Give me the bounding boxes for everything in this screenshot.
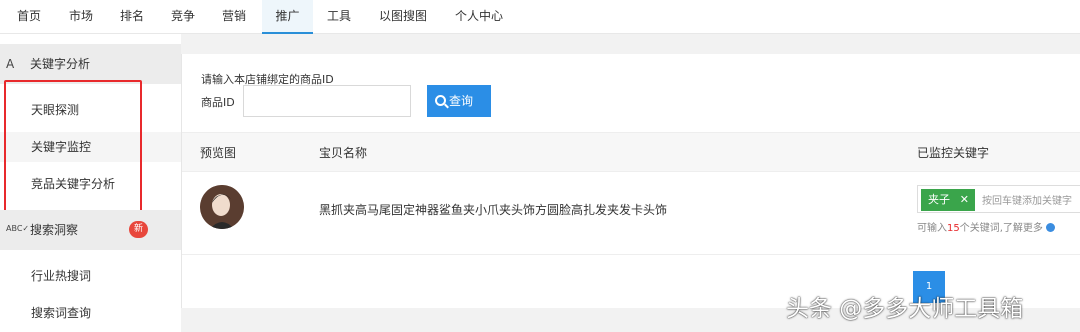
keyword-note: 可输入15个关键词,了解更多 (917, 219, 1055, 234)
sidebar-section-label: 关键字分析 (30, 57, 91, 71)
close-icon[interactable]: ✕ (960, 189, 969, 211)
nav-item-ranking[interactable]: 排名 (111, 0, 153, 34)
sidebar-item-keyword-monitor[interactable]: 关键字监控 (0, 132, 181, 162)
sidebar-item-label: 竞品关键字分析 (31, 177, 116, 191)
search-button[interactable]: 查询 (427, 85, 491, 117)
nav-item-image-search[interactable]: 以图搜图 (370, 0, 436, 34)
keyword-input-placeholder: 按回车键添加关键字 (982, 196, 1072, 207)
nav-item-competition[interactable]: 竞争 (162, 0, 204, 34)
table-row: 黑抓夹高马尾固定神器鲨鱼夹小爪夹头饰方圆脸高扎发夹发卡头饰 夹子 ✕ 按回车键添… (182, 173, 1080, 255)
nav-item-marketing[interactable]: 营销 (213, 0, 255, 34)
sidebar-section-keyword-analysis[interactable]: A 关键字分析 (0, 44, 181, 84)
sidebar-item-hot-search[interactable]: 行业热搜词 (0, 261, 181, 291)
product-thumbnail[interactable] (200, 185, 244, 229)
nav-item-tools[interactable]: 工具 (318, 0, 360, 34)
product-id-label: 商品ID (201, 96, 235, 109)
letter-a-icon: A (6, 57, 15, 71)
keyword-input-box[interactable]: 夹子 ✕ 按回车键添加关键字 (917, 185, 1080, 213)
column-header-keywords: 已监控关键字 (917, 146, 990, 160)
new-badge: 新 (129, 221, 148, 238)
sidebar-item-label: 关键字监控 (31, 140, 92, 154)
nav-item-personal-center[interactable]: 个人中心 (446, 0, 512, 34)
sidebar-item-label: 天眼探测 (31, 103, 80, 117)
sidebar-section-label: 搜索洞察 (30, 223, 79, 237)
keyword-tag-label: 夹子 (928, 193, 950, 206)
keyword-tag: 夹子 ✕ (921, 189, 975, 211)
table-header: 预览图 宝贝名称 已监控关键字 (182, 132, 1080, 172)
column-header-name: 宝贝名称 (319, 146, 368, 160)
keyword-count: 15 (947, 223, 960, 234)
keyword-note-prefix: 可输入 (917, 223, 947, 234)
top-nav: 首页 市场 排名 竞争 营销 推广 工具 以图搜图 个人中心 (0, 0, 1080, 34)
sidebar: A 关键字分析 天眼探测 关键字监控 竞品关键字分析 ABC✓ 搜索洞察 新 行… (0, 34, 181, 332)
keyword-note-suffix: 个关键词,了解更多 (959, 223, 1043, 234)
sidebar-item-skyeye[interactable]: 天眼探测 (0, 95, 181, 125)
column-header-preview: 预览图 (200, 146, 237, 160)
info-icon[interactable] (1045, 223, 1055, 232)
sidebar-item-label: 行业热搜词 (31, 269, 92, 283)
nav-item-promotion[interactable]: 推广 (262, 0, 313, 34)
sidebar-item-search-query[interactable]: 搜索词查询 (0, 298, 181, 328)
sidebar-section-search-insight[interactable]: ABC✓ 搜索洞察 新 (0, 210, 181, 250)
abc-check-icon: ABC✓ (6, 224, 30, 233)
search-icon (435, 95, 446, 106)
watermark: 头条 @多多大师工具箱 (786, 296, 1024, 322)
search-button-label: 查询 (449, 94, 474, 108)
main-panel: 请输入本店铺绑定的商品ID 商品ID 查询 预览图 宝贝名称 已监控关键字 黑抓… (181, 54, 1080, 308)
sidebar-item-competitor-keywords[interactable]: 竞品关键字分析 (0, 169, 181, 199)
product-id-input[interactable] (243, 85, 411, 117)
product-name: 黑抓夹高马尾固定神器鲨鱼夹小爪夹头饰方圆脸高扎发夹发卡头饰 (319, 203, 668, 217)
sidebar-item-label: 搜索词查询 (31, 306, 92, 320)
nav-item-market[interactable]: 市场 (60, 0, 102, 34)
nav-item-home[interactable]: 首页 (8, 0, 50, 34)
